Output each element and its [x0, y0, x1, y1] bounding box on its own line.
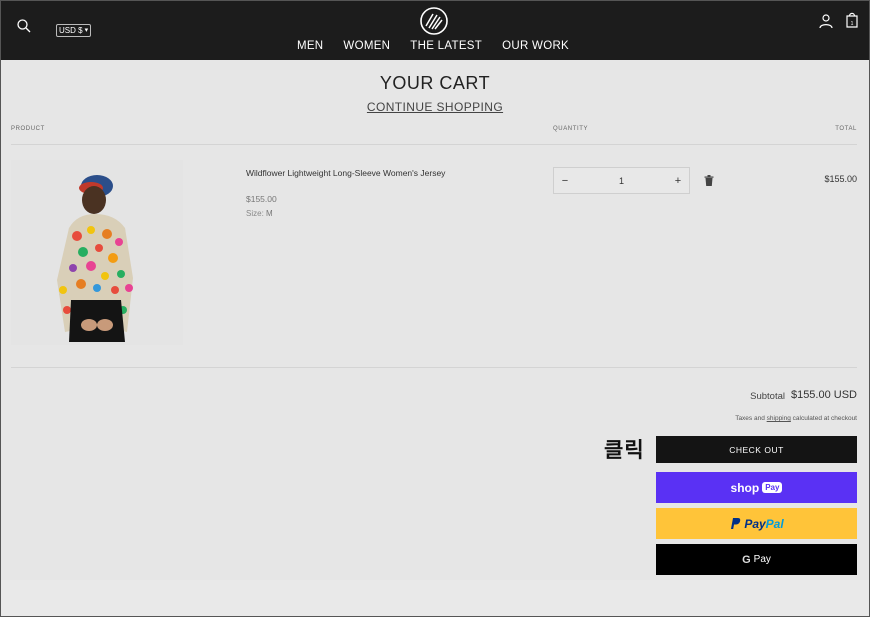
- cart-bag-icon[interactable]: 1: [843, 11, 861, 29]
- nav-item-men[interactable]: MEN: [287, 40, 333, 52]
- product-price: $155.00: [246, 194, 277, 204]
- shipping-link[interactable]: shipping: [767, 415, 791, 422]
- divider: [11, 367, 857, 368]
- product-title[interactable]: Wildflower Lightweight Long-Sleeve Women…: [246, 168, 446, 179]
- google-pay-button[interactable]: G Pay: [656, 544, 857, 575]
- product-size: Size: M: [246, 209, 273, 218]
- site-header: USD $ ▾ MEN WOMEN THE LATEST OUR WORK 1: [0, 0, 870, 60]
- subtotal-value: $155.00 USD: [790, 389, 857, 401]
- search-icon[interactable]: [16, 18, 32, 34]
- quantity-input[interactable]: 1: [619, 176, 624, 186]
- shop-pay-pill: Pay: [762, 482, 783, 493]
- account-icon[interactable]: [818, 13, 834, 29]
- column-header-total: TOTAL: [835, 126, 857, 132]
- page-footer-area: [0, 580, 870, 617]
- column-header-product: PRODUCT: [11, 126, 45, 132]
- product-image[interactable]: [11, 160, 183, 345]
- column-header-quantity: QUANTITY: [553, 126, 589, 132]
- quantity-stepper: − 1 +: [553, 167, 690, 194]
- google-g-icon: G: [742, 553, 751, 566]
- checkout-button[interactable]: CHECK OUT: [656, 436, 857, 463]
- main-nav: MEN WOMEN THE LATEST OUR WORK: [0, 40, 870, 52]
- paypal-button[interactable]: PayPal: [656, 508, 857, 539]
- cart-count: 1: [851, 21, 854, 27]
- size-value: M: [266, 209, 273, 218]
- nav-item-women[interactable]: WOMEN: [333, 40, 400, 52]
- nav-item-the-latest[interactable]: THE LATEST: [400, 40, 492, 52]
- chevron-down-icon: ▾: [84, 27, 89, 34]
- brand-logo[interactable]: [419, 6, 449, 36]
- google-pay-label: Pay: [753, 554, 771, 565]
- size-label: Size:: [246, 209, 264, 218]
- page-title: YOUR CART: [379, 73, 491, 93]
- click-annotation: 클릭: [604, 439, 645, 462]
- nav-item-our-work[interactable]: OUR WORK: [492, 40, 579, 52]
- currency-select[interactable]: USD $ ▾: [56, 24, 92, 37]
- tax-note: Taxes and shipping calculated at checkou…: [735, 415, 857, 422]
- subtotal-label: Subtotal: [750, 391, 785, 402]
- line-total: $155.00: [824, 174, 857, 184]
- decrease-quantity-button[interactable]: −: [559, 175, 571, 187]
- paypal-icon: [731, 518, 741, 529]
- shop-pay-button[interactable]: shop Pay: [656, 472, 857, 503]
- currency-value: USD $: [59, 26, 83, 35]
- increase-quantity-button[interactable]: +: [672, 175, 684, 187]
- shop-pay-wordmark: shop: [730, 480, 760, 495]
- product-photo-jersey: [57, 175, 133, 342]
- divider: [11, 144, 857, 145]
- trash-icon[interactable]: [704, 175, 714, 186]
- continue-shopping-link[interactable]: CONTINUE SHOPPING: [0, 100, 870, 114]
